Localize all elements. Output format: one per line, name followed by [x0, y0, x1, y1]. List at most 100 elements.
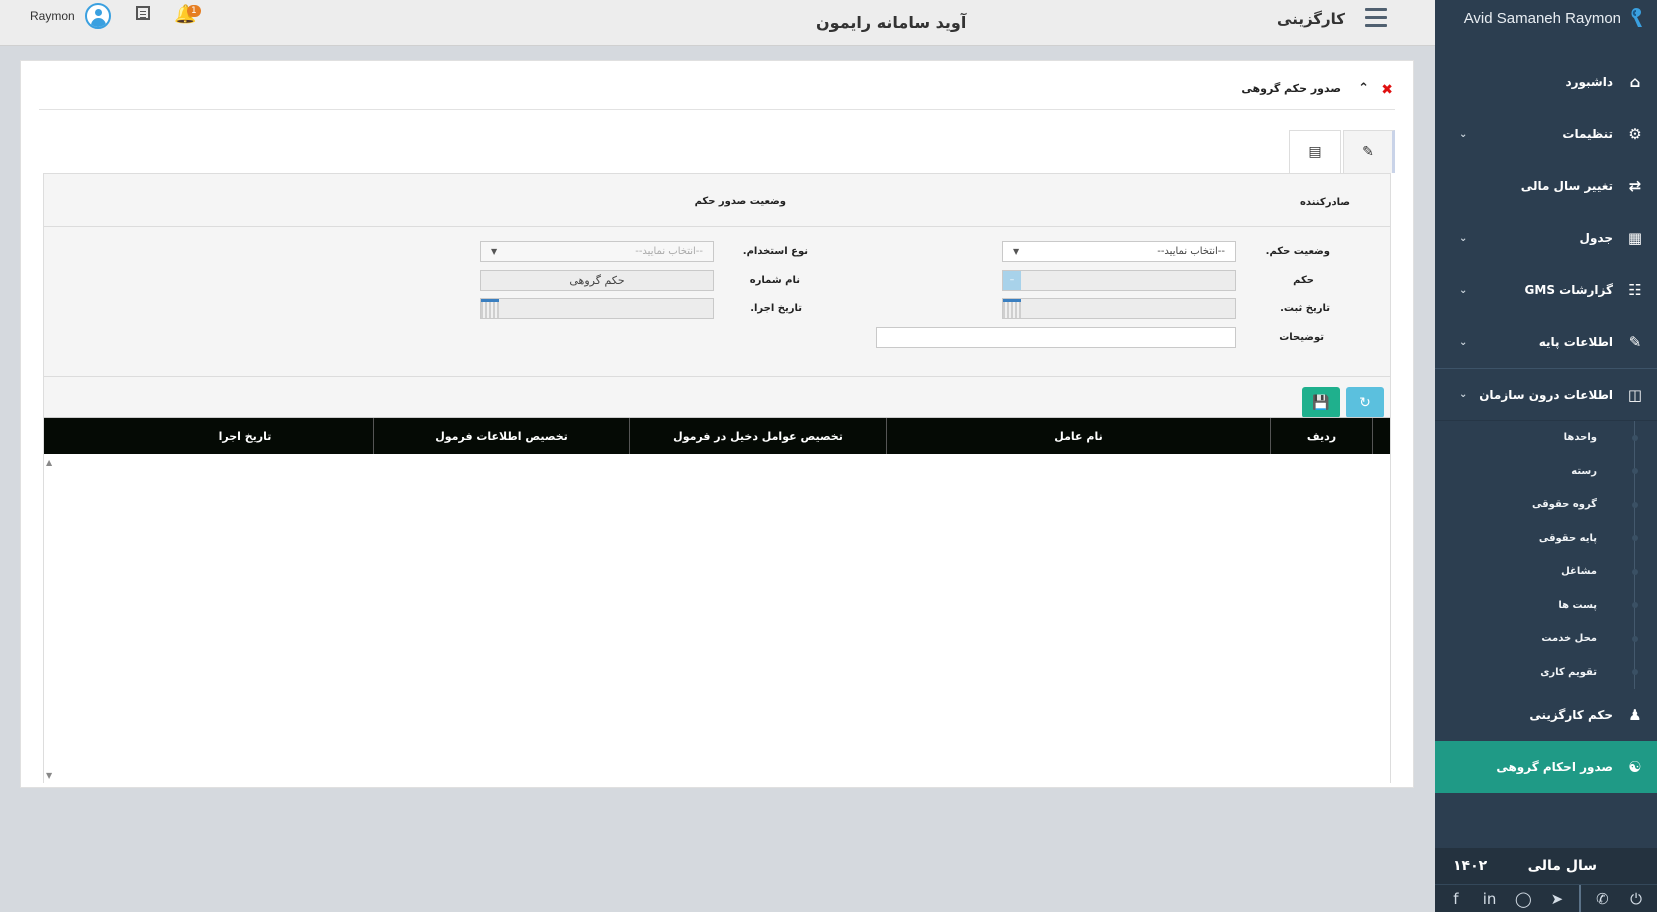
- sidebar-item-group-decrees[interactable]: ☯ صدور احکام گروهی: [1435, 741, 1657, 793]
- letter-number-input[interactable]: حکم گروهی: [480, 270, 714, 291]
- sidebar-subitem-jobs[interactable]: مشاغل: [1435, 555, 1657, 589]
- avatar[interactable]: [84, 3, 111, 29]
- sidebar-item-label: حکم کارگزینی: [1529, 708, 1613, 722]
- instagram-icon[interactable]: ◯: [1511, 890, 1535, 908]
- date-picker-icon[interactable]: [481, 299, 499, 318]
- sidebar: Avid Samaneh Raymon ⌂ داشبورد ⚙ تنظیمات …: [1435, 0, 1657, 912]
- brand[interactable]: Avid Samaneh Raymon: [1435, 0, 1657, 36]
- brand-name: Avid Samaneh Raymon: [1463, 9, 1621, 27]
- tabs: ✎ ▤: [1289, 130, 1395, 173]
- save-button[interactable]: 💾: [1302, 387, 1340, 418]
- sidebar-item-settings[interactable]: ⚙ تنظیمات ⌄: [1435, 108, 1657, 160]
- sidebar-item-label: صدور احکام گروهی: [1496, 760, 1613, 774]
- edit-icon: ✎: [1628, 333, 1642, 351]
- sidebar-item-change-fiscal-year[interactable]: ⇄ تغییر سال مالی: [1435, 160, 1657, 212]
- social-bar: f in ◯ ➤ ✆ ⏻: [1435, 884, 1657, 912]
- user-name: Raymon: [30, 9, 75, 23]
- data-grid: ردیف نام عامل تخصیص عوامل دخیل در فرمول …: [44, 417, 1390, 784]
- employment-type-select[interactable]: --انتخاب نمایید-- ▼: [480, 241, 714, 262]
- chevron-up-icon[interactable]: ⌃: [1358, 81, 1369, 96]
- fiscal-year-label: سال مالی: [1527, 858, 1597, 874]
- sidebar-item-dashboard[interactable]: ⌂ داشبورد: [1435, 56, 1657, 108]
- calendar-icon[interactable]: [136, 6, 150, 20]
- sidebar-submenu: واحدها رسته گروه حقوقی پایه حقوقی مشاغل …: [1435, 420, 1657, 689]
- linkedin-icon[interactable]: in: [1478, 890, 1502, 908]
- user-icon: ♟: [1628, 706, 1642, 724]
- edit-icon: ✎: [1362, 144, 1374, 160]
- exec-date-input[interactable]: [480, 298, 714, 319]
- spinner-button[interactable]: –: [1003, 271, 1021, 290]
- column-header-formula-info[interactable]: تخصیص اطلاعات فرمول: [373, 418, 629, 454]
- column-header-exec-date[interactable]: تاریخ اجرا: [117, 418, 373, 454]
- panel-header: ✖ ⌃ صدور حکم گروهی: [21, 73, 1413, 109]
- sidebar-subitem-category[interactable]: رسته: [1435, 454, 1657, 489]
- chevron-down-icon: ⌄: [1459, 336, 1468, 348]
- facebook-icon[interactable]: f: [1444, 890, 1468, 908]
- sidebar-nav: ⌂ داشبورد ⚙ تنظیمات ⌄ ⇄ تغییر سال مالی ▦…: [1435, 56, 1657, 420]
- fiscal-year: سال مالی ۱۴۰۲: [1435, 848, 1657, 884]
- grid-header-select[interactable]: [1372, 418, 1390, 454]
- app-title: آوید سامانه رایمون: [816, 13, 967, 32]
- column-header-row[interactable]: ردیف: [1270, 418, 1372, 454]
- scroll-down-icon[interactable]: ▼: [46, 771, 52, 780]
- chevron-down-icon: ⌄: [1459, 232, 1468, 244]
- power-icon[interactable]: ⏻: [1624, 890, 1648, 908]
- employment-type-value: --انتخاب نمایید--: [635, 246, 703, 257]
- sidebar-item-base-info[interactable]: ✎ اطلاعات پایه ⌄: [1435, 316, 1657, 368]
- sidebar-subitem-posts[interactable]: پست ها: [1435, 588, 1657, 623]
- sidebar-subitem-units[interactable]: واحدها: [1435, 421, 1657, 455]
- refresh-icon: ↻: [1359, 394, 1371, 411]
- telegram-icon[interactable]: ➤: [1545, 890, 1569, 908]
- chevron-down-icon: ⌄: [1459, 128, 1468, 140]
- sidebar-subitem-salary-grade[interactable]: پایه حقوقی: [1435, 521, 1657, 556]
- refresh-button[interactable]: ↻: [1346, 387, 1384, 418]
- panel-title: صدور حکم گروهی: [1241, 82, 1341, 95]
- sidebar-item-personnel-decree[interactable]: ♟ حکم کارگزینی: [1435, 689, 1657, 741]
- decree-label: حکم: [1293, 275, 1314, 286]
- description-label: توضیحات: [1279, 332, 1324, 343]
- letter-number-label: نام شماره: [749, 275, 800, 286]
- form-box: صادرکننده وضعیت صدور حکم وضعیت حکم. --ان…: [43, 173, 1391, 784]
- scroll-up-icon[interactable]: ▲: [46, 458, 52, 467]
- date-picker-icon[interactable]: [1003, 299, 1021, 318]
- letter-number-value: حکم گروهی: [569, 274, 625, 287]
- tab-edit[interactable]: ✎: [1343, 130, 1395, 173]
- sidebar-item-label: تغییر سال مالی: [1520, 179, 1613, 193]
- hamburger-menu-icon[interactable]: [1365, 8, 1387, 28]
- info-strip: صادرکننده وضعیت صدور حکم: [44, 174, 1390, 227]
- grid-header: ردیف نام عامل تخصیص عوامل دخیل در فرمول …: [44, 418, 1390, 454]
- description-input[interactable]: [876, 327, 1236, 348]
- sidebar-item-label: تنظیمات: [1562, 127, 1613, 141]
- column-header-factors[interactable]: تخصیص عوامل دخیل در فرمول: [629, 418, 886, 454]
- section-title: کارگزینی: [1277, 10, 1345, 28]
- retweet-icon: ⇄: [1628, 177, 1642, 195]
- record-date-label: تاریخ ثبت.: [1280, 303, 1330, 314]
- phone-icon[interactable]: ✆: [1590, 890, 1614, 908]
- users-icon: ☯: [1628, 758, 1642, 776]
- fiscal-year-value: ۱۴۰۲: [1453, 858, 1488, 874]
- sidebar-subitem-work-calendar[interactable]: تقویم کاری: [1435, 655, 1657, 690]
- employment-type-label: نوع استخدام.: [742, 246, 808, 257]
- sidebar-nav-lower: ♟ حکم کارگزینی ☯ صدور احکام گروهی: [1435, 689, 1657, 793]
- issuer-label: صادرکننده: [1300, 197, 1350, 208]
- caret-down-icon: ▼: [491, 247, 498, 256]
- sidebar-subitem-salary-group[interactable]: گروه حقوقی: [1435, 488, 1657, 522]
- column-header-agent-name[interactable]: نام عامل: [886, 418, 1270, 454]
- decree-status-select[interactable]: --انتخاب نمایید-- ▼: [1002, 241, 1236, 262]
- user-menu[interactable]: Raymon: [30, 3, 111, 29]
- tab-list[interactable]: ▤: [1289, 130, 1341, 173]
- panel-divider: [39, 109, 1395, 110]
- close-icon[interactable]: ✖: [1381, 82, 1393, 98]
- sidebar-item-label: داشبورد: [1565, 75, 1613, 89]
- sidebar-item-gms-reports[interactable]: ☷ گزارشات GMS ⌄: [1435, 264, 1657, 316]
- sidebar-item-org-info[interactable]: ◫ اطلاعات درون سازمان ⌄: [1435, 368, 1657, 420]
- record-date-input[interactable]: [1002, 298, 1236, 319]
- grid-body: ▲ ▼: [44, 454, 1390, 784]
- decree-input[interactable]: –: [1002, 270, 1236, 291]
- vertical-scrollbar[interactable]: ▲ ▼: [46, 458, 56, 780]
- main-panel: ✖ ⌃ صدور حکم گروهی ✎ ▤ صادرکننده وضعیت ص…: [20, 60, 1414, 788]
- home-icon: ⌂: [1629, 73, 1641, 91]
- table-icon: ▦: [1627, 229, 1643, 247]
- sidebar-subitem-workplace[interactable]: محل خدمت: [1435, 622, 1657, 656]
- sidebar-item-table[interactable]: ▦ جدول ⌄: [1435, 212, 1657, 264]
